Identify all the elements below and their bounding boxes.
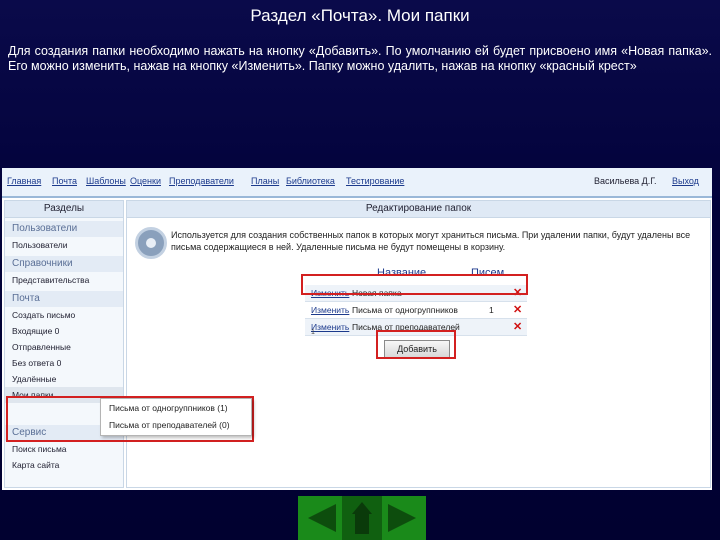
slide-title: Раздел «Почта». Мои папки (250, 6, 470, 25)
nav-link-templates[interactable]: Шаблоны (86, 176, 126, 186)
panel-description: Используется для создания собственных па… (171, 230, 691, 252)
logout-link[interactable]: Выход (672, 176, 699, 186)
prev-arrow-icon[interactable] (302, 496, 342, 540)
popup-item-classmates[interactable]: Письма от одногруппников (1) (101, 401, 251, 416)
nav-link-library[interactable]: Библиотека (286, 176, 335, 186)
user-name: Васильева Д.Г. (594, 176, 657, 186)
nav-link-testing[interactable]: Тестирование (346, 176, 404, 186)
folders-popup-menu: Письма от одногруппников (1) Письма от п… (100, 398, 252, 436)
sidebar-item-inbox[interactable]: Входящие 0 (5, 323, 123, 339)
next-arrow-icon[interactable] (382, 496, 422, 540)
slide-navigation (298, 496, 426, 540)
sidebar-section-directories: Справочники (5, 256, 123, 272)
sidebar-item-deleted[interactable]: Удалённые (5, 371, 123, 387)
sidebar-item-compose[interactable]: Создать письмо (5, 307, 123, 323)
sidebar-item-unanswered[interactable]: Без ответа 0 (5, 355, 123, 371)
sidebar-header: Разделы (5, 201, 123, 218)
sidebar-item-sitemap[interactable]: Карта сайта (5, 457, 123, 473)
folder-count: 1 (489, 305, 494, 315)
popup-item-teachers[interactable]: Письма от преподавателей (0) (101, 418, 251, 433)
sidebar-item-users[interactable]: Пользователи (5, 237, 123, 253)
highlight-add-button (376, 330, 456, 359)
folder-row: Изменить Письма от одногруппников 1 ✕ (305, 302, 527, 319)
home-icon[interactable] (342, 496, 382, 540)
top-navigation: Главная Почта Шаблоны Оценки Преподавате… (2, 168, 712, 198)
sidebar-item-sent[interactable]: Отправленные (5, 339, 123, 355)
edit-folder-link[interactable]: Изменить (311, 302, 349, 318)
panel-title: Редактирование папок (127, 201, 710, 218)
nav-link-teachers[interactable]: Преподаватели (169, 176, 234, 186)
nav-link-mail[interactable]: Почта (52, 176, 77, 186)
sidebar-section-users: Пользователи (5, 221, 123, 237)
nav-link-home[interactable]: Главная (7, 176, 41, 186)
sidebar: Разделы Пользователи Пользователи Справо… (4, 200, 124, 488)
folder-name: Письма от одногруппников (352, 305, 458, 315)
pagination[interactable]: 1 (311, 329, 315, 336)
slide-description: Для создания папки необходимо нажать на … (8, 44, 712, 73)
sidebar-item-offices[interactable]: Представительства (5, 272, 123, 288)
delete-folder-icon[interactable]: ✕ (513, 319, 522, 335)
delete-folder-icon[interactable]: ✕ (513, 302, 522, 318)
sidebar-item-search-mail[interactable]: Поиск письма (5, 441, 123, 457)
gear-icon (135, 227, 167, 259)
nav-link-grades[interactable]: Оценки (130, 176, 161, 186)
sidebar-section-mail: Почта (5, 291, 123, 307)
nav-link-plans[interactable]: Планы (251, 176, 279, 186)
edit-folder-link[interactable]: Изменить (311, 319, 349, 335)
highlight-new-folder (301, 274, 528, 295)
